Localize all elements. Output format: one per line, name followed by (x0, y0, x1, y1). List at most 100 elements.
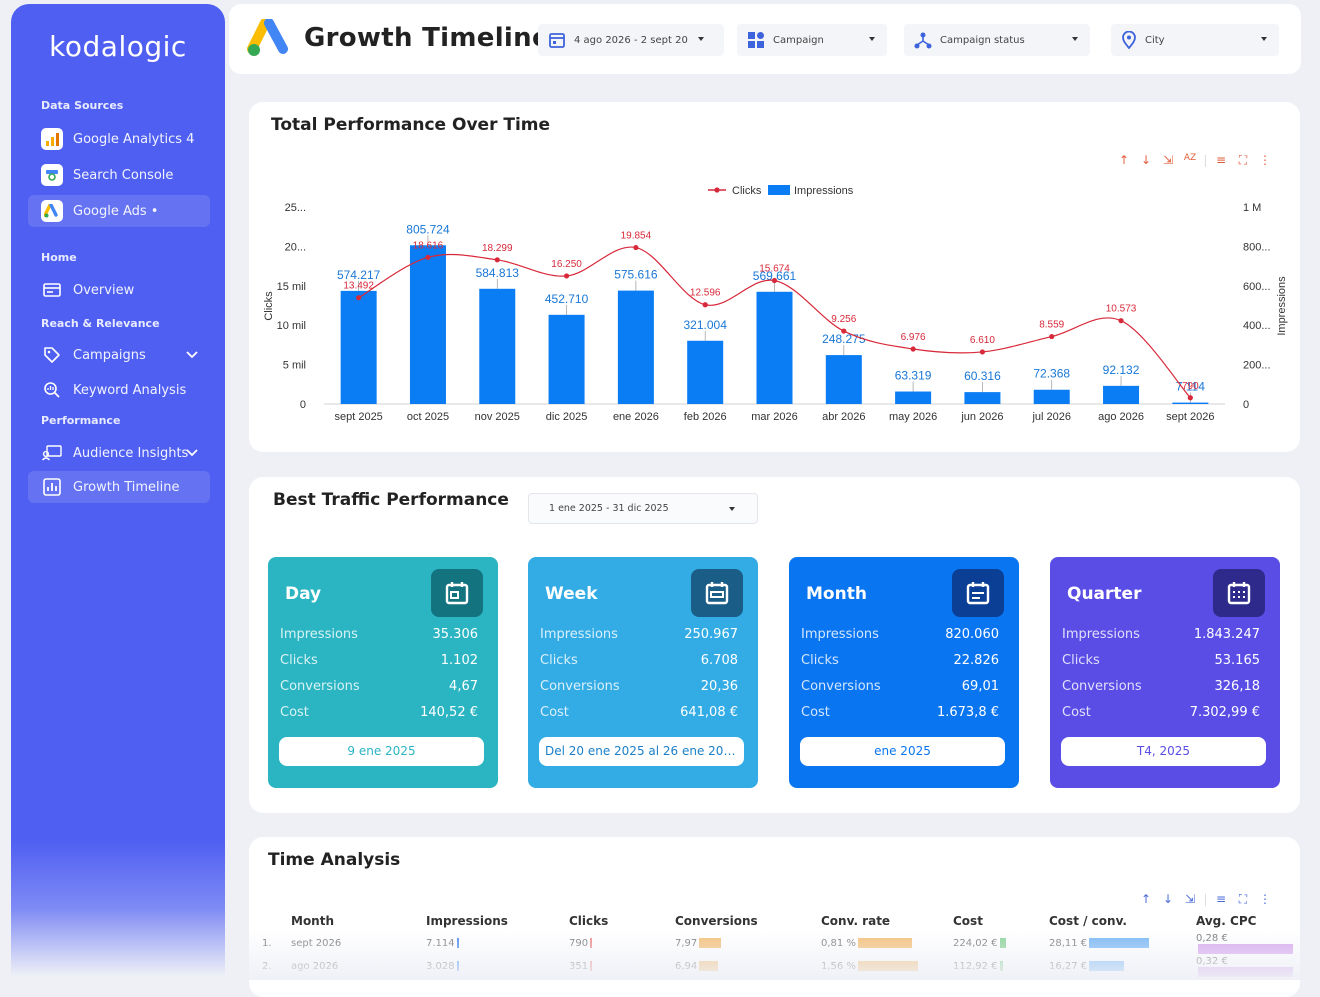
sidebar-item-label: Google Analytics 4 (73, 131, 195, 147)
metric-value: 140,52 € (420, 705, 478, 720)
metric-label: Impressions (540, 627, 618, 642)
date-range-filter[interactable]: 4 ago 2026 - 2 sept 20 (538, 24, 724, 56)
calendar-week-icon (691, 569, 743, 617)
quarter-conversions-row: Conversions 326,18 (1062, 679, 1260, 694)
metric-value: 1.673,8 € (936, 705, 999, 720)
sidebar: kodalogic Data Sources Google Analytics … (11, 4, 225, 976)
calendar-month-icon (952, 569, 1004, 617)
col-conv-rate[interactable]: Conv. rate (821, 910, 953, 932)
status-icon (914, 31, 932, 49)
col-avg-cpc[interactable]: Avg. CPC (1196, 910, 1296, 932)
col-month[interactable]: Month (291, 910, 426, 932)
sidebar-item-campaigns[interactable]: Campaigns (28, 339, 210, 371)
sidebar-item-keyword-analysis[interactable]: Keyword Analysis (28, 374, 210, 406)
metric-value: 4,67 (449, 679, 478, 694)
quarter-impressions-row: Impressions 1.843.247 (1062, 627, 1260, 642)
sort-az-icon[interactable]: AZ (1183, 153, 1197, 168)
metric-label: Clicks (540, 653, 578, 668)
sidebar-item-google-ads[interactable]: Google Ads • (28, 195, 210, 227)
col-cost-per-conv[interactable]: Cost / conv. (1049, 910, 1196, 932)
sidebar-item-growth-timeline[interactable]: Growth Timeline (28, 471, 210, 503)
metric-label: Impressions (280, 627, 358, 642)
sidebar-item-google-analytics[interactable]: Google Analytics 4 (28, 123, 210, 155)
metric-label: Conversions (540, 679, 620, 694)
chevron-down-icon[interactable] (186, 348, 198, 363)
filter-icon[interactable]: ≡ (1214, 892, 1228, 907)
brand-logo[interactable]: kodalogic (11, 30, 225, 63)
sort-asc-icon[interactable]: ↑ (1117, 153, 1131, 168)
page-title: Growth Timeline (304, 23, 550, 53)
home-section-title: Home (41, 251, 77, 264)
sort-desc-icon[interactable]: ↓ (1161, 892, 1175, 907)
metric-value: 69,01 (961, 679, 999, 694)
toolbar-separator (1205, 155, 1206, 167)
city-filter[interactable]: City (1111, 24, 1279, 56)
campaign-status-filter[interactable]: Campaign status (904, 24, 1090, 56)
fullscreen-icon[interactable]: ⛶ (1236, 153, 1250, 168)
metric-value: 7.302,99 € (1189, 705, 1260, 720)
metric-value: 1.843.247 (1193, 627, 1260, 642)
sidebar-item-label: Overview (73, 282, 135, 298)
chevron-down-icon[interactable] (186, 446, 198, 461)
sort-desc-icon[interactable]: ↓ (1139, 153, 1153, 168)
sidebar-item-search-console[interactable]: Search Console (28, 159, 210, 191)
campaign-status-label: Campaign status (940, 34, 1025, 46)
reach-section-title: Reach & Relevance (41, 317, 160, 330)
week-conversions-row: Conversions 20,36 (540, 679, 738, 694)
overview-icon (41, 279, 63, 301)
sidebar-item-label: Google Ads • (73, 203, 159, 219)
table-toolbar: ↑ ↓ ⇲ ≡ ⛶ ⋮ (1139, 892, 1272, 907)
sidebar-item-label: Growth Timeline (73, 479, 180, 495)
caret-down-icon (1261, 37, 1267, 41)
metric-label: Cost (540, 705, 569, 720)
metric-label: Conversions (1062, 679, 1142, 694)
quarter-stat-card: Quarter Impressions 1.843.247 Clicks 53.… (1050, 557, 1280, 788)
calendar-icon (548, 31, 566, 49)
performance-chart-card: Total Performance Over Time ↑ ↓ ⇲ AZ ≡ ⛶… (249, 102, 1300, 452)
campaign-filter[interactable]: Campaign (737, 24, 887, 56)
col-cost[interactable]: Cost (953, 910, 1049, 932)
metric-label: Cost (280, 705, 309, 720)
sidebar-item-label: Search Console (73, 167, 174, 183)
sort-asc-icon[interactable]: ↑ (1139, 892, 1153, 907)
sidebar-item-overview[interactable]: Overview (28, 274, 210, 306)
metric-label: Cost (801, 705, 830, 720)
caret-down-icon (869, 37, 875, 41)
best-traffic-date-range[interactable]: 1 ene 2025 - 31 dic 2025 (528, 493, 758, 524)
metric-value: 20,36 (700, 679, 738, 694)
header-bar: Growth Timeline 4 ago 2026 - 2 sept 20 C… (229, 4, 1301, 74)
day-impressions-row: Impressions 35.306 (280, 627, 478, 642)
metric-label: Impressions (801, 627, 879, 642)
filter-icon[interactable]: ≡ (1214, 153, 1228, 168)
month-period-pill[interactable]: ene 2025 (800, 737, 1005, 766)
month-conversions-row: Conversions 69,01 (801, 679, 999, 694)
metric-label: Conversions (280, 679, 360, 694)
week-card-title: Week (545, 584, 598, 604)
quarter-cost-row: Cost 7.302,99 € (1062, 705, 1260, 720)
more-icon[interactable]: ⋮ (1258, 892, 1272, 907)
caret-down-icon (698, 37, 704, 41)
more-icon[interactable]: ⋮ (1258, 153, 1272, 168)
google-analytics-icon (41, 128, 63, 150)
calendar-quarter-icon (1213, 569, 1265, 617)
google-ads-icon (41, 200, 63, 222)
col-conversions[interactable]: Conversions (675, 910, 821, 932)
campaign-icon (747, 31, 765, 49)
tag-icon (41, 344, 63, 366)
quarter-period-pill[interactable]: T4, 2025 (1061, 737, 1266, 766)
metric-value: 641,08 € (680, 705, 738, 720)
day-period-pill[interactable]: 9 ene 2025 (279, 737, 484, 766)
google-ads-logo-icon (247, 18, 293, 63)
scroll-fade (229, 930, 1301, 980)
sidebar-item-audience-insights[interactable]: Audience Insights (28, 437, 210, 469)
calendar-day-icon (431, 569, 483, 617)
search-console-icon (41, 164, 63, 186)
drill-icon[interactable]: ⇲ (1161, 153, 1175, 168)
week-period-pill[interactable]: Del 20 ene 2025 al 26 ene 2025 (Sem. 4) (539, 737, 744, 766)
fullscreen-icon[interactable]: ⛶ (1236, 892, 1250, 907)
drill-icon[interactable]: ⇲ (1183, 892, 1197, 907)
col-impressions[interactable]: Impressions (426, 910, 569, 932)
caret-down-icon (1072, 37, 1078, 41)
col-clicks[interactable]: Clicks (569, 910, 675, 932)
metric-label: Cost (1062, 705, 1091, 720)
